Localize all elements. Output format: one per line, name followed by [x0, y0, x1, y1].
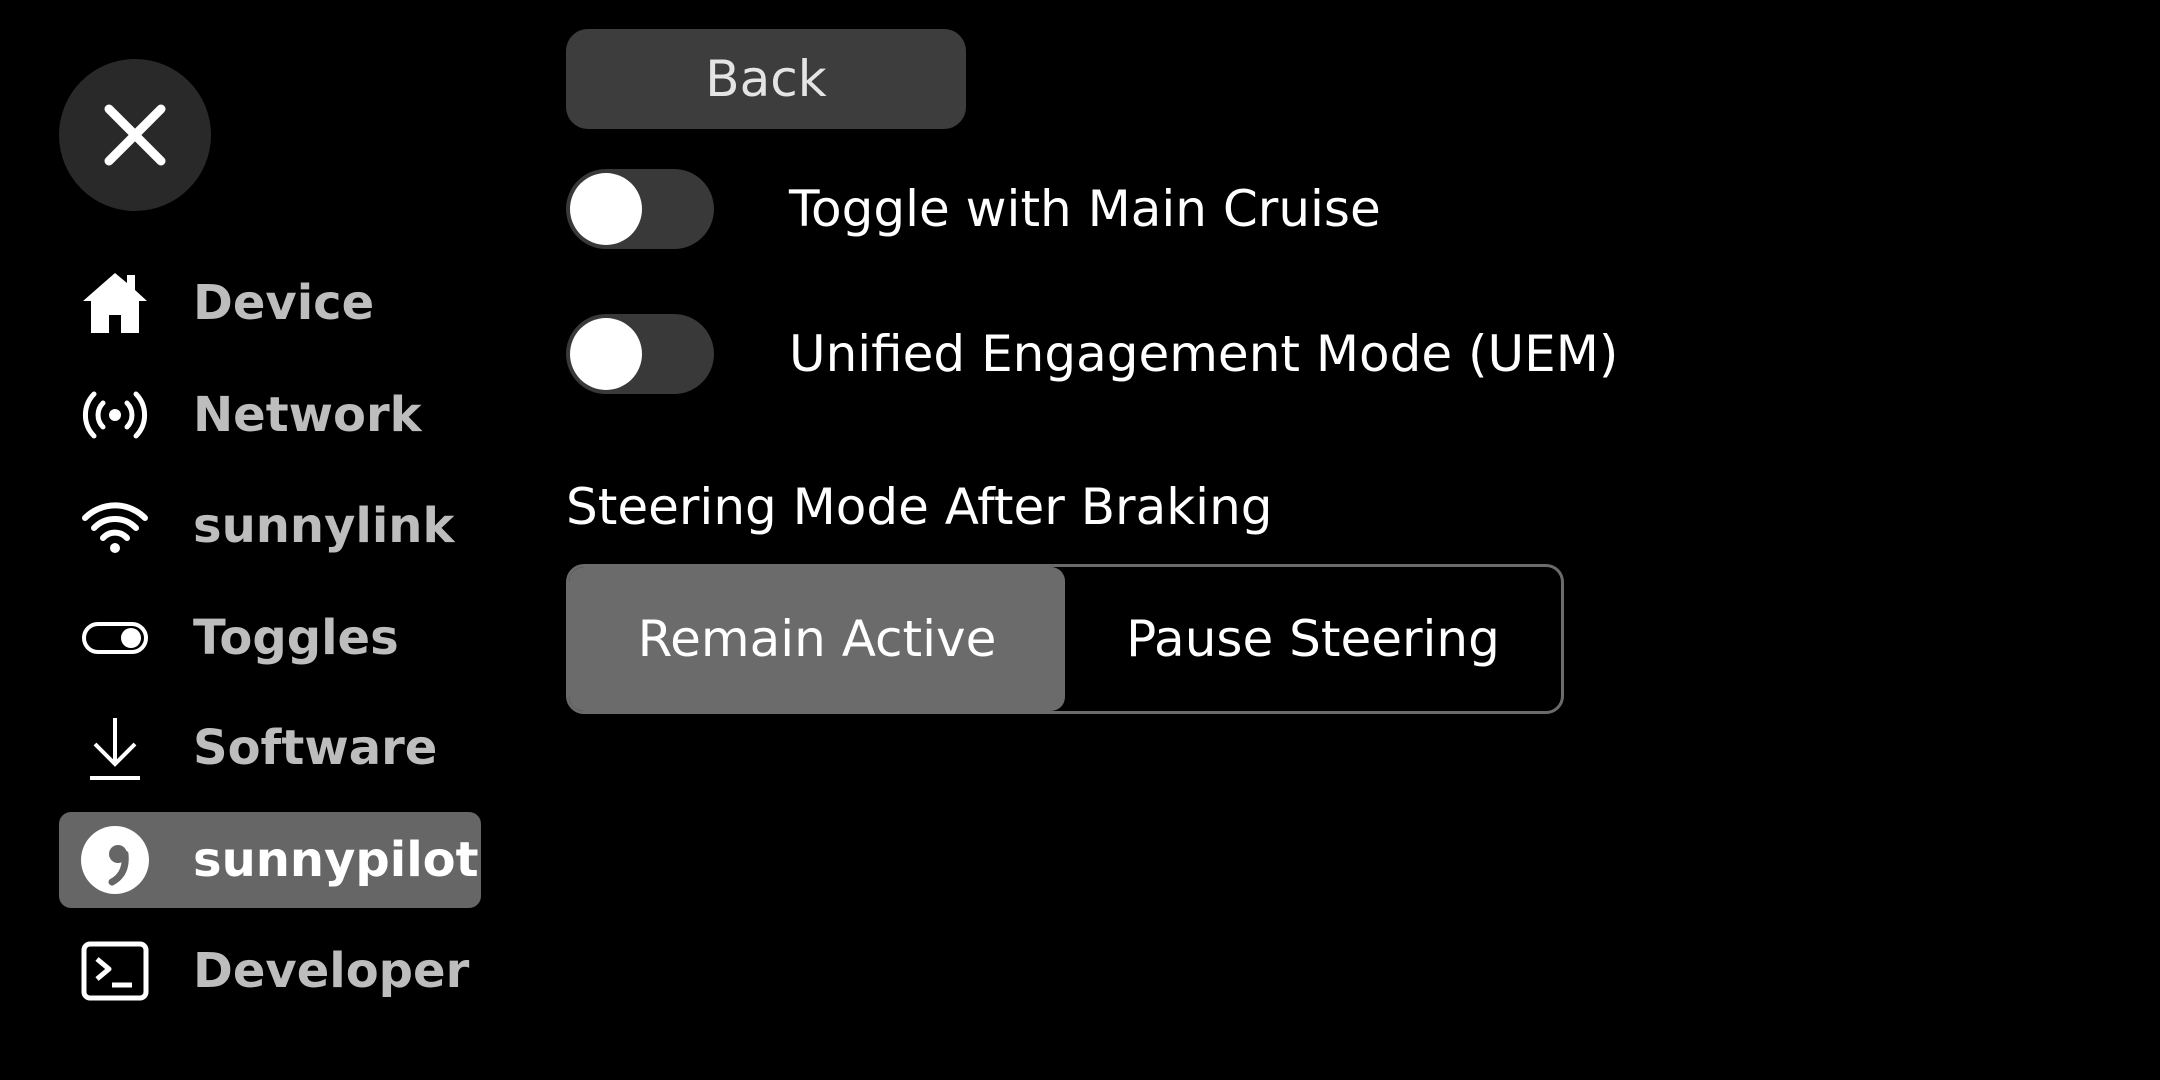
- uem-toggle-label: Unified Engagement Mode (UEM): [789, 325, 1619, 383]
- main-cruise-toggle[interactable]: [566, 169, 714, 249]
- sidebar-item-label: Toggles: [193, 610, 399, 666]
- settings-screen: Device Network sunnylink Toggles Softwar…: [0, 0, 2160, 1080]
- close-button[interactable]: [59, 59, 211, 211]
- sidebar-item-developer[interactable]: Developer: [59, 923, 481, 1019]
- close-icon: [104, 104, 166, 166]
- back-button[interactable]: Back: [566, 29, 966, 129]
- sidebar-item-label: Developer: [193, 943, 470, 999]
- sidebar-item-label: Software: [193, 720, 438, 776]
- sidebar-item-sunnypilot[interactable]: sunnypilot: [59, 812, 481, 908]
- toggle-knob: [570, 173, 642, 245]
- sidebar-item-label: Device: [193, 275, 375, 331]
- toggle-row-main-cruise: Toggle with Main Cruise: [566, 169, 1381, 249]
- main-cruise-toggle-label: Toggle with Main Cruise: [789, 180, 1381, 238]
- steering-mode-selector: Remain Active Pause Steering: [566, 564, 1564, 714]
- toggle-knob: [570, 318, 642, 390]
- sidebar-item-label: sunnypilot: [193, 832, 479, 888]
- uem-toggle[interactable]: [566, 314, 714, 394]
- download-icon: [77, 710, 153, 786]
- broadcast-icon: [77, 377, 153, 453]
- sidebar-item-toggles[interactable]: Toggles: [59, 590, 481, 686]
- sidebar-item-device[interactable]: Device: [59, 255, 481, 351]
- sidebar-item-label: sunnylink: [193, 498, 455, 554]
- sidebar-item-label: Network: [193, 387, 422, 443]
- steering-mode-title: Steering Mode After Braking: [566, 478, 1273, 536]
- pause-steering-option[interactable]: Pause Steering: [1065, 567, 1561, 711]
- sidebar-item-software[interactable]: Software: [59, 700, 481, 796]
- toggle-icon: [77, 600, 153, 676]
- sidebar-item-network[interactable]: Network: [59, 367, 481, 463]
- wifi-icon: [77, 488, 153, 564]
- remain-active-option[interactable]: Remain Active: [569, 567, 1065, 711]
- toggle-row-uem: Unified Engagement Mode (UEM): [566, 314, 1618, 394]
- sunnypilot-logo-icon: [77, 822, 153, 898]
- home-icon: [77, 265, 153, 341]
- sidebar-item-sunnylink[interactable]: sunnylink: [59, 478, 481, 574]
- terminal-icon: [77, 933, 153, 1009]
